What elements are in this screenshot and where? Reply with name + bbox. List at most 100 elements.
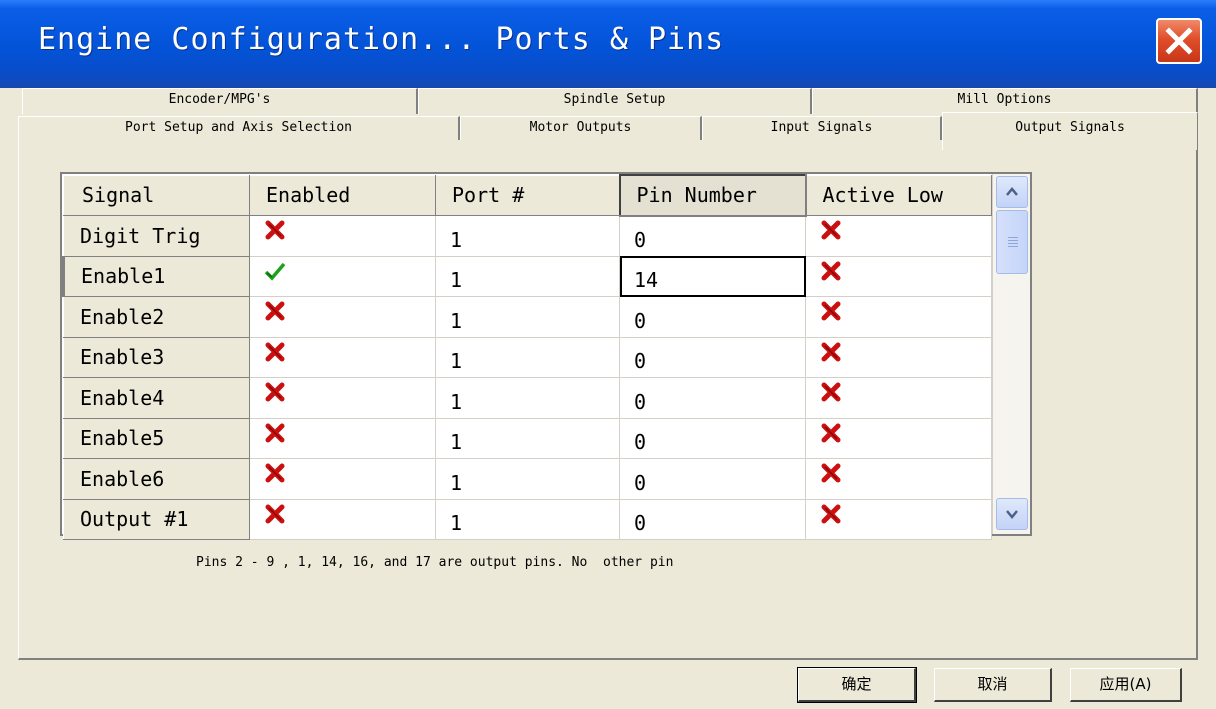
- signal-name-cell[interactable]: Digit Trig: [63, 215, 250, 257]
- scroll-thumb[interactable]: [996, 210, 1028, 274]
- table-row[interactable]: Enable3 1 0: [63, 336, 992, 378]
- pin-number-cell[interactable]: 0: [619, 215, 806, 257]
- enabled-cell[interactable]: [249, 377, 436, 419]
- active-low-cell[interactable]: [805, 337, 992, 378]
- scroll-up-button[interactable]: [996, 176, 1028, 208]
- active-low-cell[interactable]: [805, 499, 992, 540]
- tab-encoder-mpgs[interactable]: Encoder/MPG's: [22, 88, 418, 114]
- signal-name-cell[interactable]: Output #1: [63, 498, 250, 540]
- signal-name-cell[interactable]: Enable2: [63, 296, 250, 338]
- col-header-pin-number[interactable]: Pin Number: [618, 174, 807, 217]
- pin-number-cell-selected[interactable]: 14: [619, 256, 806, 297]
- signal-name-cell[interactable]: Enable6: [63, 458, 250, 500]
- tab-mill-options[interactable]: Mill Options: [812, 88, 1198, 114]
- scroll-down-button[interactable]: [996, 498, 1028, 530]
- enabled-cell[interactable]: [249, 215, 436, 257]
- red-x-icon: [820, 342, 842, 367]
- close-icon: [1165, 27, 1193, 55]
- pin-number-value: 0: [634, 470, 647, 495]
- signal-name-cell[interactable]: Enable5: [63, 417, 250, 459]
- active-low-cell[interactable]: [805, 256, 992, 297]
- close-button[interactable]: [1156, 18, 1202, 64]
- port-cell[interactable]: 1: [435, 377, 620, 419]
- port-cell[interactable]: 1: [435, 458, 620, 500]
- signal-name-cell[interactable]: Enable1: [62, 255, 250, 297]
- red-x-icon: [820, 382, 842, 407]
- vertical-scrollbar[interactable]: [992, 174, 1030, 534]
- green-check-icon: [264, 262, 286, 286]
- signals-grid[interactable]: Signal Enabled Port # Pin Number Active …: [60, 172, 1032, 540]
- pin-number-cell[interactable]: 0: [619, 499, 806, 540]
- col-header-signal[interactable]: Signal: [63, 174, 250, 216]
- tab-input-signals[interactable]: Input Signals: [702, 116, 942, 142]
- port-value: 1: [450, 227, 463, 252]
- signal-name-cell[interactable]: Enable3: [63, 336, 250, 378]
- pin-number-value: 0: [634, 430, 647, 455]
- col-header-active-low[interactable]: Active Low: [805, 174, 992, 216]
- port-cell[interactable]: 1: [435, 418, 620, 459]
- enabled-cell[interactable]: [249, 296, 436, 338]
- pin-number-value: 0: [634, 308, 647, 333]
- pin-number-value: 14: [634, 268, 659, 293]
- col-header-port[interactable]: Port #: [435, 174, 620, 216]
- table-row[interactable]: Enable4 1 0: [63, 377, 992, 419]
- apply-button[interactable]: 应用(A): [1070, 668, 1182, 702]
- table-row[interactable]: Enable5 1 0: [63, 417, 992, 459]
- ok-button[interactable]: 确定: [797, 667, 917, 703]
- table-row[interactable]: Output #1 1 0: [63, 498, 992, 540]
- active-low-cell[interactable]: [805, 215, 992, 257]
- enabled-cell[interactable]: [249, 418, 436, 459]
- chevron-up-icon: [1006, 187, 1018, 196]
- port-cell[interactable]: 1: [435, 256, 620, 297]
- red-x-icon: [264, 463, 286, 488]
- col-header-enabled[interactable]: Enabled: [249, 174, 436, 216]
- active-low-cell[interactable]: [805, 418, 992, 459]
- port-cell[interactable]: 1: [435, 296, 620, 338]
- red-x-icon: [264, 504, 286, 529]
- enabled-cell[interactable]: [249, 499, 436, 540]
- pin-number-cell[interactable]: 0: [619, 418, 806, 459]
- red-x-icon: [820, 301, 842, 326]
- tab-output-signals[interactable]: Output Signals: [942, 112, 1198, 150]
- cancel-button[interactable]: 取消: [934, 668, 1052, 702]
- pin-number-cell[interactable]: 0: [619, 296, 806, 338]
- signals-table: Signal Enabled Port # Pin Number Active …: [62, 174, 992, 540]
- grid-header-row: Signal Enabled Port # Pin Number Active …: [63, 174, 992, 217]
- signal-name-cell[interactable]: Enable4: [63, 377, 250, 419]
- red-x-icon: [264, 342, 286, 367]
- active-low-cell[interactable]: [805, 458, 992, 500]
- port-cell[interactable]: 1: [435, 337, 620, 378]
- table-row[interactable]: Enable6 1 0: [63, 458, 992, 500]
- tab-spindle-setup[interactable]: Spindle Setup: [418, 88, 812, 114]
- chevron-down-icon: [1006, 510, 1018, 519]
- port-value: 1: [450, 389, 463, 414]
- engine-config-window: Engine Configuration... Ports & Pins Enc…: [0, 0, 1216, 709]
- port-cell[interactable]: 1: [435, 215, 620, 257]
- red-x-icon: [264, 220, 286, 245]
- red-x-icon: [264, 423, 286, 448]
- red-x-icon: [820, 261, 842, 286]
- active-low-cell[interactable]: [805, 377, 992, 419]
- tab-port-setup[interactable]: Port Setup and Axis Selection: [18, 116, 460, 142]
- table-row[interactable]: Enable1 1 14: [62, 255, 992, 297]
- pin-number-cell[interactable]: 0: [619, 337, 806, 378]
- enabled-cell[interactable]: [249, 337, 436, 378]
- port-cell[interactable]: 1: [435, 499, 620, 540]
- active-low-cell[interactable]: [805, 296, 992, 338]
- pin-number-value: 0: [634, 349, 647, 374]
- pin-number-cell[interactable]: 0: [619, 377, 806, 419]
- pin-number-value: 0: [634, 228, 647, 252]
- window-title: Engine Configuration... Ports & Pins: [38, 22, 725, 57]
- red-x-icon: [820, 220, 842, 245]
- enabled-cell[interactable]: [249, 256, 436, 297]
- port-value: 1: [450, 308, 463, 333]
- pin-number-cell[interactable]: 0: [619, 458, 806, 500]
- table-row[interactable]: Enable2 1 0: [63, 296, 992, 338]
- table-row[interactable]: Digit Trig 1 0: [63, 215, 992, 257]
- title-bar[interactable]: Engine Configuration... Ports & Pins: [0, 0, 1216, 88]
- tab-motor-outputs[interactable]: Motor Outputs: [460, 116, 702, 142]
- pin-number-value: 0: [634, 389, 647, 414]
- red-x-icon: [264, 382, 286, 407]
- enabled-cell[interactable]: [249, 458, 436, 500]
- red-x-icon: [820, 504, 842, 529]
